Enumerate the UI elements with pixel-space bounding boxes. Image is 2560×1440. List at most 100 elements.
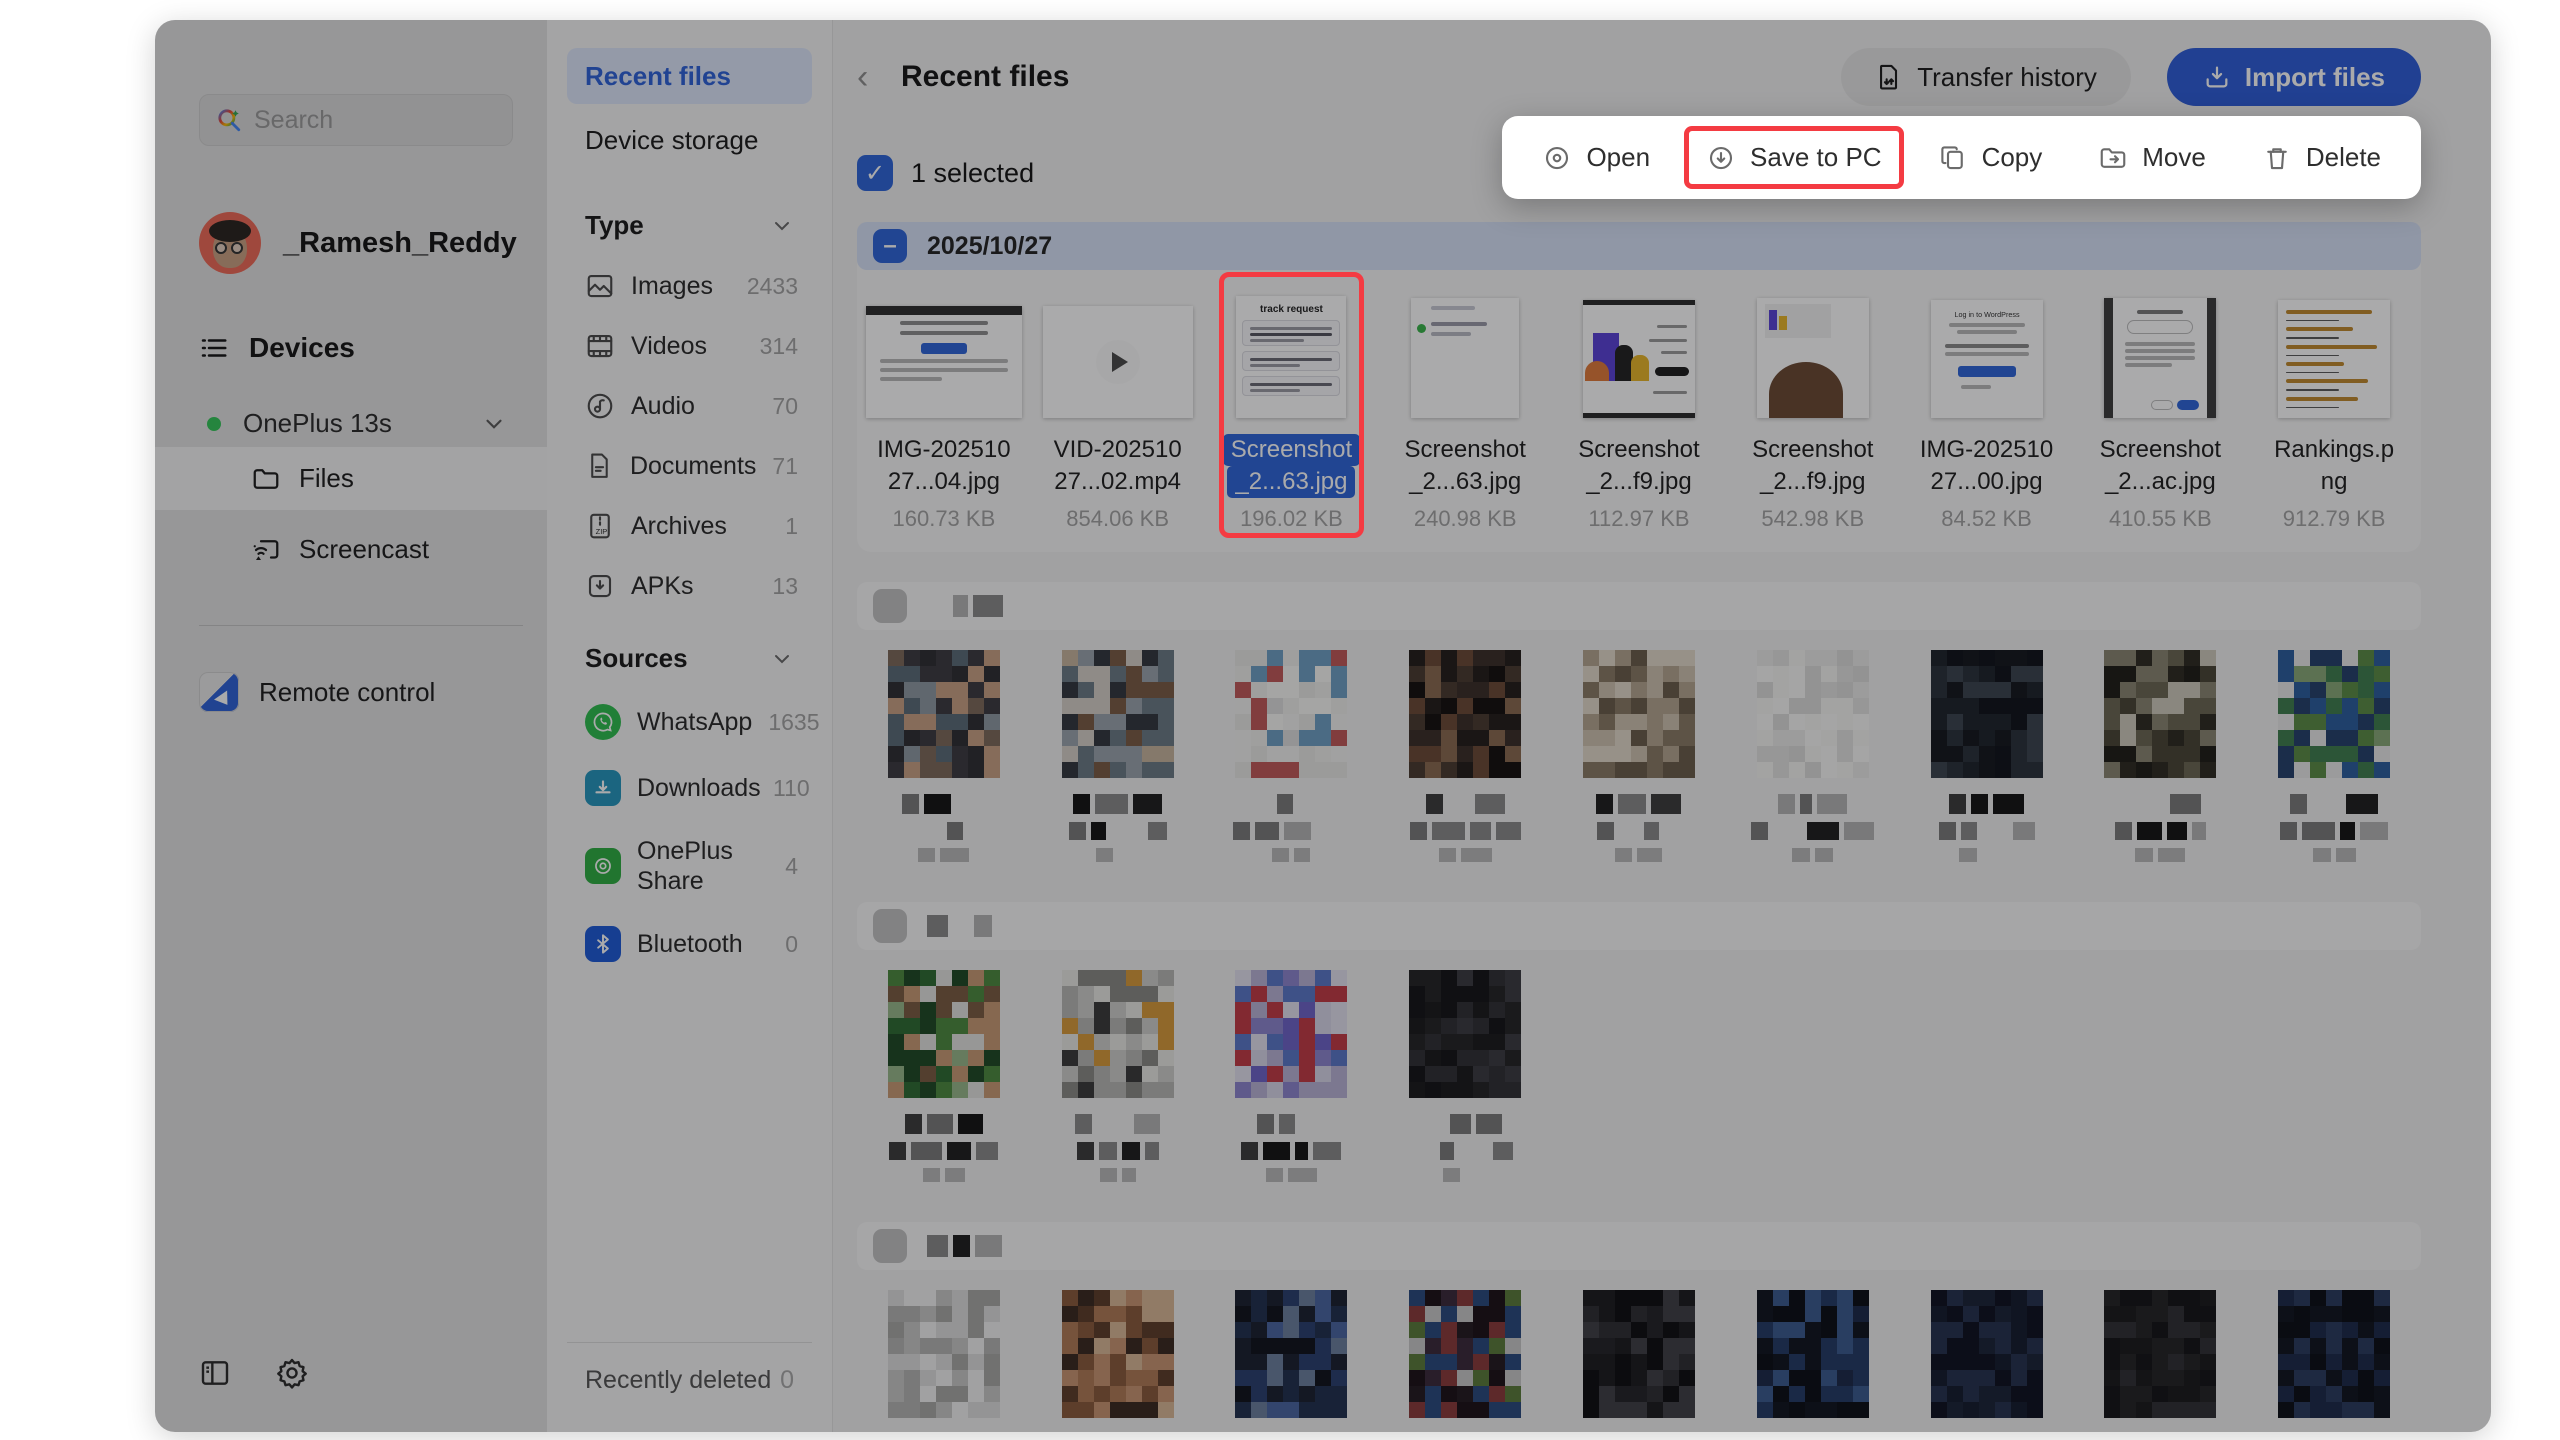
file-thumbnail-censored xyxy=(2104,1286,2216,1418)
file-name-line2: _2...f9.jpg xyxy=(1578,466,1699,498)
sidebar-item-images[interactable]: Images 2433 xyxy=(567,271,812,301)
file-name-line2: 27...02.mp4 xyxy=(1054,466,1182,498)
censored-file-group xyxy=(857,582,2421,872)
file-card[interactable]: Screenshot_2...63.jpg240.98 KB xyxy=(1378,286,1552,542)
source-item-count: 110 xyxy=(773,775,810,802)
file-name-line1: Screenshot xyxy=(1223,434,1360,466)
back-button[interactable]: ‹ xyxy=(857,58,901,97)
file-card-censored[interactable] xyxy=(1205,646,1379,872)
sidebar-item-downloads[interactable]: Downloads 110 xyxy=(567,770,812,806)
sidebar-item-bluetooth[interactable]: Bluetooth 0 xyxy=(567,926,812,962)
group-checkbox[interactable] xyxy=(873,1229,907,1263)
save-to-pc-button[interactable]: Save to PC xyxy=(1706,142,1882,173)
sidebar-item-documents[interactable]: Documents 71 xyxy=(567,451,812,481)
sidebar-item-whatsapp[interactable]: WhatsApp 1635 xyxy=(567,704,812,740)
sidebar-item-device-storage[interactable]: Device storage xyxy=(567,112,812,168)
file-card[interactable]: IMG-20251027...04.jpg160.73 KB xyxy=(857,286,1031,542)
devices-list-icon xyxy=(199,333,229,363)
avatar xyxy=(199,212,261,274)
file-card[interactable]: Rankings.png912.79 KB xyxy=(2247,286,2421,542)
sidebar-item-recent-files[interactable]: Recent files xyxy=(567,48,812,104)
sidebar-item-files[interactable]: Files xyxy=(155,447,557,510)
move-button[interactable]: Move xyxy=(2098,142,2206,173)
file-card-censored[interactable] xyxy=(2247,1286,2421,1432)
file-size: 196.02 KB xyxy=(1240,506,1343,532)
file-card-censored[interactable] xyxy=(1726,646,1900,872)
oneplus-share-icon xyxy=(585,848,621,884)
file-thumbnail-censored xyxy=(1062,966,1174,1098)
type-item-count: 314 xyxy=(760,333,798,360)
file-card-censored[interactable] xyxy=(1378,646,1552,872)
group-checkbox-indeterminate[interactable]: – xyxy=(873,229,907,263)
file-card-censored[interactable] xyxy=(857,1286,1031,1432)
file-card-censored[interactable] xyxy=(857,966,1031,1192)
censored-date-label xyxy=(927,595,1003,617)
file-thumbnail xyxy=(2278,286,2390,418)
file-card-censored[interactable] xyxy=(1900,1286,2074,1432)
file-thumbnail xyxy=(1043,286,1193,418)
file-card[interactable]: Screenshot_2...ac.jpg410.55 KB xyxy=(2073,286,2247,542)
sources-section-header[interactable]: Sources xyxy=(567,643,812,674)
sidebar-item-screencast[interactable]: Screencast xyxy=(155,518,557,581)
file-card-censored[interactable] xyxy=(1031,966,1205,1192)
open-button[interactable]: Open xyxy=(1542,142,1650,173)
chevron-down-icon xyxy=(770,647,794,671)
file-card-censored[interactable] xyxy=(1552,1286,1726,1432)
file-thumbnail-censored xyxy=(1409,966,1521,1098)
sidebar-item-apks[interactable]: APKs 13 xyxy=(567,571,812,601)
file-size: 160.73 KB xyxy=(893,506,996,532)
import-files-button[interactable]: Import files xyxy=(2167,48,2421,106)
file-card-censored[interactable] xyxy=(1378,1286,1552,1432)
file-card-censored[interactable] xyxy=(2247,646,2421,872)
type-section-header[interactable]: Type xyxy=(567,210,812,241)
file-name-line1: IMG-202510 xyxy=(877,434,1010,466)
select-all-checkbox[interactable]: ✓ xyxy=(857,155,893,191)
whatsapp-icon xyxy=(585,704,621,740)
file-card-censored[interactable] xyxy=(2073,1286,2247,1432)
file-name: Screenshot_2...63.jpg xyxy=(1405,434,1526,498)
file-thumbnail-censored xyxy=(1409,1286,1521,1418)
user-profile[interactable]: _Ramesh_Reddy xyxy=(199,212,513,274)
file-card[interactable]: track requestScreenshot_2...63.jpg196.02… xyxy=(1205,286,1379,542)
file-card-censored[interactable] xyxy=(857,646,1031,872)
file-group-2025-10-27: – 2025/10/27 IMG-20251027...04.jpg160.73… xyxy=(857,222,2421,552)
file-name-line1: Screenshot xyxy=(1405,434,1526,466)
file-card-censored[interactable] xyxy=(1552,646,1726,872)
file-card[interactable]: Screenshot_2...f9.jpg112.97 KB xyxy=(1552,286,1726,542)
copy-button[interactable]: Copy xyxy=(1938,142,2043,173)
sidebar-item-oneplus-13s[interactable]: OnePlus 13s xyxy=(199,408,513,439)
sidebar-item-devices[interactable]: Devices xyxy=(199,332,513,364)
transfer-history-button[interactable]: Transfer history xyxy=(1841,48,2131,106)
user-name: _Ramesh_Reddy xyxy=(283,227,517,260)
toggle-panel-icon[interactable] xyxy=(199,1357,231,1389)
settings-gear-icon[interactable] xyxy=(275,1356,309,1390)
file-card-censored[interactable] xyxy=(2073,646,2247,872)
action-label: Delete xyxy=(2306,142,2381,173)
search-input[interactable]: Search xyxy=(199,94,513,146)
sidebar-item-archives[interactable]: ZIP Archives 1 xyxy=(567,511,812,541)
file-card-censored[interactable] xyxy=(1726,1286,1900,1432)
sidebar-item-videos[interactable]: Videos 314 xyxy=(567,331,812,361)
file-card[interactable]: VID-20251027...02.mp4854.06 KB xyxy=(1031,286,1205,542)
sidebar-item-recently-deleted[interactable]: Recently deleted 0 xyxy=(567,1342,812,1396)
selection-action-toolbar: Open Save to PC Copy Move Delete xyxy=(1502,116,2421,199)
sidebar-item-audio[interactable]: Audio 70 xyxy=(567,391,812,421)
file-card-censored[interactable] xyxy=(1031,1286,1205,1432)
file-name-line1: Screenshot xyxy=(1578,434,1699,466)
sidebar-item-oneplus-share[interactable]: OnePlus Share 4 xyxy=(567,836,812,896)
file-card-censored[interactable] xyxy=(1378,966,1552,1192)
source-item-count: 4 xyxy=(785,853,798,880)
thumb-text: Log in to WordPress xyxy=(1936,310,2037,318)
file-card-censored[interactable] xyxy=(1205,966,1379,1192)
delete-button[interactable]: Delete xyxy=(2262,142,2381,173)
file-card-censored[interactable] xyxy=(1031,646,1205,872)
file-card[interactable]: Screenshot_2...f9.jpg542.98 KB xyxy=(1726,286,1900,542)
sidebar-item-remote-control[interactable]: Remote control xyxy=(199,672,513,712)
file-card[interactable]: Log in to WordPressIMG-20251027...00.jpg… xyxy=(1900,286,2074,542)
file-thumbnail-censored xyxy=(1583,646,1695,778)
bluetooth-icon xyxy=(585,926,621,962)
file-card-censored[interactable] xyxy=(1900,646,2074,872)
group-checkbox[interactable] xyxy=(873,589,907,623)
group-checkbox[interactable] xyxy=(873,909,907,943)
file-card-censored[interactable] xyxy=(1205,1286,1379,1432)
